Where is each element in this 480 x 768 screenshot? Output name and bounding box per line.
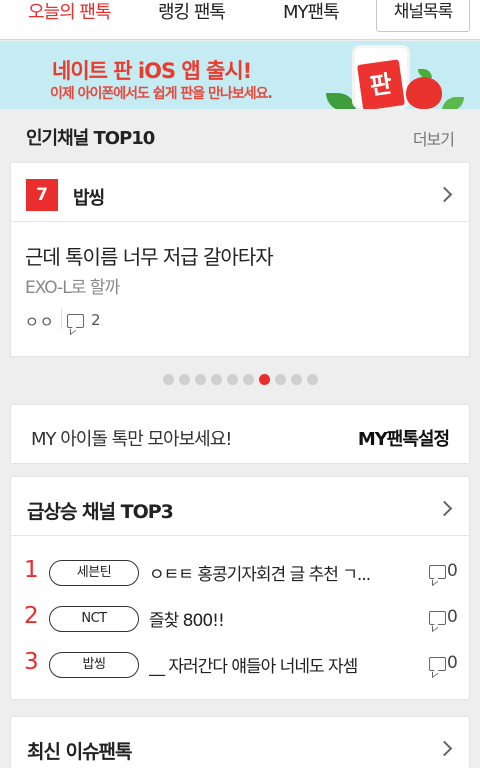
pagination-dot[interactable] — [242, 374, 254, 385]
comment-icon — [67, 314, 84, 328]
divider — [61, 309, 62, 329]
banner-subtitle: 이제 아이폰에서도 쉽게 판을 만나보세요. — [50, 86, 273, 102]
top-tab-bar: 오늘의 팬톡 랭킹 팬톡 MY팬톡 채널목록 — [0, 0, 480, 40]
pagination-dot[interactable] — [178, 374, 190, 385]
post-title[interactable]: ㅇㅌㅌ 홍콩기자회견 글 추천 ㄱ... — [149, 560, 399, 585]
list-item[interactable]: 1 세븐틴 ㅇㅌㅌ 홍콩기자회견 글 추천 ㄱ... 0 — [11, 553, 469, 593]
chevron-right-icon[interactable] — [436, 186, 453, 203]
list-item[interactable]: 3 밥씽 __ 자러간다 얘들아 너네도 자셈 0 — [11, 645, 469, 685]
apple-illustration — [406, 77, 442, 109]
my-fantalk-settings-button[interactable]: MY팬톡설정 — [358, 425, 450, 451]
post-title[interactable]: 즐찾 800!! — [149, 606, 399, 631]
tab-my-fantalk[interactable]: MY팬톡 — [283, 0, 340, 40]
leaf-decoration — [442, 97, 464, 109]
popular-channel-card[interactable]: 7 밥씽 근데 톡이름 너무 저급 갈아타자 EXO-L로 할까 ㅇㅇ 2 — [10, 162, 470, 357]
my-idol-text: MY 아이돌 톡만 모아보세요! — [31, 429, 233, 450]
divider — [11, 221, 469, 222]
pagination-dot[interactable] — [210, 374, 222, 385]
banner-title: 네이트 판 iOS 앱 출시! — [52, 59, 252, 83]
ios-app-banner[interactable]: 네이트 판 iOS 앱 출시! 이제 아이폰에서도 쉽게 판을 만나보세요. 판 — [0, 41, 480, 109]
latest-issue-card[interactable]: 최신 이슈팬톡 — [10, 716, 470, 768]
chevron-right-icon[interactable] — [436, 500, 453, 517]
pagination-dot[interactable] — [274, 374, 286, 385]
latest-section-title: 최신 이슈팬톡 — [27, 741, 132, 763]
chevron-right-icon[interactable] — [436, 740, 453, 757]
rising-section-title: 급상승 채널 TOP3 — [27, 501, 174, 523]
my-idol-card: MY 아이돌 톡만 모아보세요! MY팬톡설정 — [10, 404, 470, 464]
pagination-dot[interactable] — [162, 374, 174, 385]
pagination-dot[interactable] — [258, 374, 270, 385]
rising-channels-card: 급상승 채널 TOP3 1 세븐틴 ㅇㅌㅌ 홍콩기자회견 글 추천 ㄱ... 0… — [10, 476, 470, 700]
phone-illustration: 판 — [352, 45, 410, 109]
post-subtitle: EXO-L로 할까 — [25, 278, 120, 298]
post-title[interactable]: 근데 톡이름 너무 저급 갈아타자 — [25, 241, 274, 270]
rank-number: 1 — [24, 557, 39, 583]
tab-ranking-fantalk[interactable]: 랭킹 팬톡 — [158, 0, 226, 40]
more-link[interactable]: 더보기 — [413, 126, 455, 150]
pagination-dot[interactable] — [226, 374, 238, 385]
pann-logo: 판 — [357, 59, 405, 109]
pagination-dot[interactable] — [194, 374, 206, 385]
pagination-dot[interactable] — [306, 374, 318, 385]
channel-chip[interactable]: 밥씽 — [49, 652, 139, 678]
popular-section-title: 인기채널 TOP10 — [26, 128, 155, 149]
carousel-pagination[interactable] — [0, 374, 480, 386]
channel-chip[interactable]: 세븐틴 — [49, 560, 139, 586]
comment-count: 0 — [447, 653, 458, 673]
rank-number: 2 — [24, 603, 39, 629]
post-author: ㅇㅇ — [25, 313, 55, 331]
channel-list-button[interactable]: 채널목록 — [376, 0, 470, 32]
comment-icon — [429, 611, 446, 625]
comment-icon — [429, 657, 446, 671]
comment-icon — [429, 565, 446, 579]
divider — [11, 535, 469, 536]
channel-name[interactable]: 밥씽 — [73, 184, 105, 210]
list-item[interactable]: 2 NCT 즐찾 800!! 0 — [11, 599, 469, 639]
comment-count: 0 — [447, 607, 458, 627]
tab-today-fantalk[interactable]: 오늘의 팬톡 — [28, 0, 112, 40]
rank-number: 3 — [24, 649, 39, 675]
rank-badge: 7 — [26, 179, 58, 211]
channel-chip[interactable]: NCT — [49, 606, 139, 632]
post-title[interactable]: __ 자러간다 얘들아 너네도 자셈 — [149, 652, 399, 677]
popular-section-header: 인기채널 TOP10 더보기 — [0, 110, 480, 162]
pagination-dot[interactable] — [290, 374, 302, 385]
comment-count: 2 — [91, 311, 101, 329]
comment-count: 0 — [447, 561, 458, 581]
